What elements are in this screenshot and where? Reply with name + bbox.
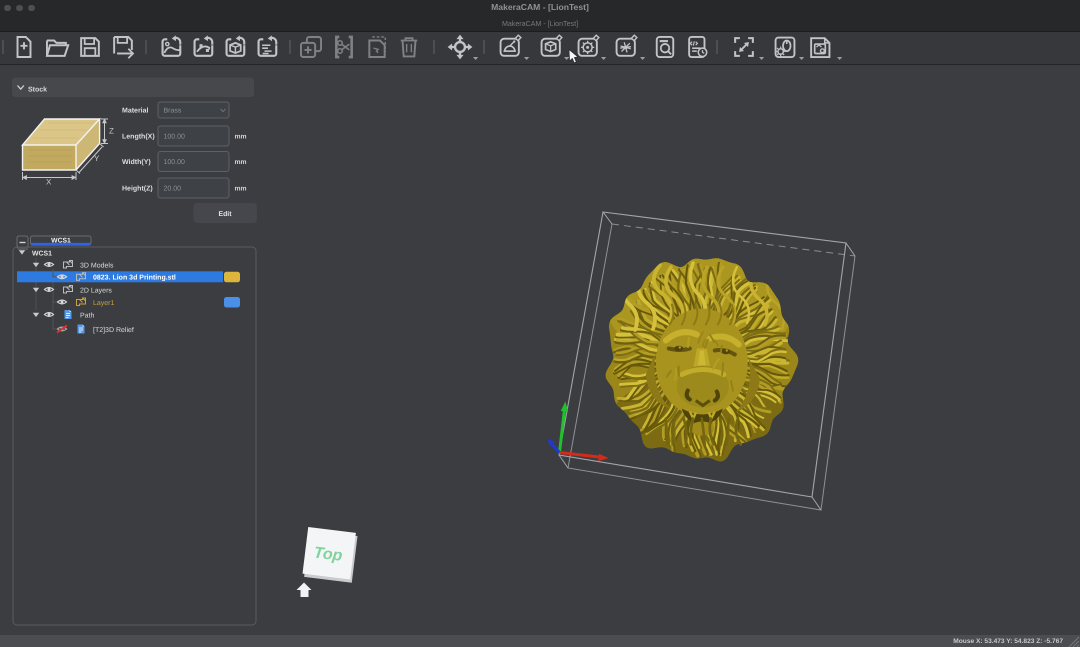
svg-text:[T2]3D Relief: [T2]3D Relief (93, 326, 134, 334)
svg-text:100.00: 100.00 (164, 134, 186, 141)
svg-text:Top: Top (313, 544, 344, 564)
svg-text:Edit: Edit (218, 211, 232, 218)
svg-text:2D Layers: 2D Layers (80, 287, 112, 294)
svg-text:X: X (46, 178, 52, 187)
svg-text:Material: Material (122, 107, 149, 115)
svg-text:Height(Z): Height(Z) (122, 185, 153, 193)
svg-text:20.00: 20.00 (164, 186, 182, 193)
svg-text:0823. Lion 3d Printing.stl: 0823. Lion 3d Printing.stl (93, 274, 176, 282)
svg-text:Stock: Stock (28, 85, 47, 93)
svg-text:Path: Path (80, 311, 95, 319)
svg-text:100.00: 100.00 (164, 159, 186, 166)
svg-text:Width(Y): Width(Y) (122, 158, 151, 166)
svg-text:Y: Y (94, 154, 100, 163)
svg-text:3D Models: 3D Models (80, 261, 114, 269)
svg-text:mm: mm (235, 134, 247, 141)
svg-text:mm: mm (235, 159, 247, 166)
svg-text:Layer1: Layer1 (93, 300, 115, 307)
svg-text:Brass: Brass (164, 108, 182, 115)
svg-text:WCS1: WCS1 (51, 237, 71, 244)
svg-text:mm: mm (235, 186, 247, 193)
svg-text:Z: Z (109, 127, 114, 136)
svg-text:WCS1: WCS1 (32, 250, 52, 257)
svg-text:Length(X): Length(X) (122, 133, 155, 141)
